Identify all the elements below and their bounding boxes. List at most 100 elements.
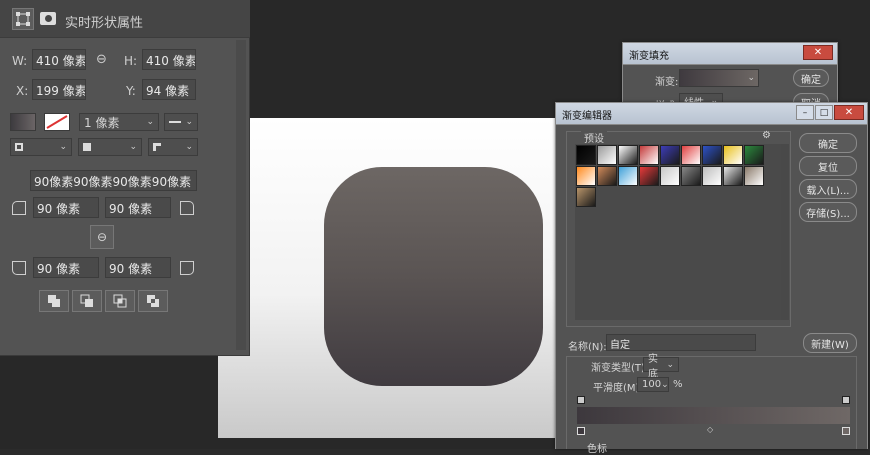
- stroke-width-select[interactable]: 1 像素 ⌄: [79, 113, 159, 131]
- intersect-shapes-button[interactable]: [105, 290, 135, 312]
- name-label: 名称(N):: [568, 342, 607, 353]
- maximize-icon[interactable]: □: [815, 105, 833, 120]
- join-icon: [153, 143, 161, 151]
- gradient-label: 渐变:: [655, 77, 679, 88]
- preset-swatch-grid: [575, 144, 781, 320]
- midpoint-diamond-icon[interactable]: ◇: [707, 425, 713, 434]
- link-corners-button[interactable]: ⊖: [90, 225, 114, 249]
- percent-sign: %: [673, 379, 683, 390]
- save-button[interactable]: 存储(S)...: [799, 202, 857, 222]
- preset-swatch[interactable]: [618, 145, 638, 165]
- x-label: X:: [16, 84, 29, 98]
- preset-swatch[interactable]: [639, 166, 659, 186]
- rounded-rectangle-shape[interactable]: [324, 167, 543, 386]
- height-label: H:: [124, 54, 138, 68]
- smoothness-label: 平滑度(M):: [593, 383, 643, 394]
- gradient-editor-body: 预设 ⚙ 确定 复位 载入(L)... 存储(S)... 名称(N): 自定 新…: [556, 125, 867, 455]
- subtract-shapes-button[interactable]: [72, 290, 102, 312]
- corner-tl-icon: [12, 201, 26, 215]
- color-stop-right[interactable]: [842, 427, 850, 435]
- gradient-type-select[interactable]: 实底 ⌄: [643, 354, 679, 380]
- opacity-stop-left[interactable]: [577, 396, 585, 404]
- panel-scrollbar[interactable]: [236, 40, 246, 350]
- presets-label: 预设: [581, 130, 607, 145]
- ok-button[interactable]: 确定: [793, 69, 829, 87]
- preset-swatch[interactable]: [744, 145, 764, 165]
- preset-swatch[interactable]: [639, 145, 659, 165]
- chevron-down-icon: ⌄: [747, 73, 755, 83]
- preset-swatch[interactable]: [702, 166, 722, 186]
- color-stops-label: 色标: [587, 444, 607, 455]
- preset-swatch[interactable]: [597, 145, 617, 165]
- combine-shapes-button[interactable]: [39, 290, 69, 312]
- opacity-stop-right[interactable]: [842, 396, 850, 404]
- properties-panel: 实时形状属性 W: 410 像素 ⊖ H: 410 像素 X: 199 像素 Y…: [0, 0, 250, 356]
- stroke-swatch[interactable]: [44, 113, 70, 131]
- panel-title: 实时形状属性: [65, 16, 144, 31]
- stroke-cap-select[interactable]: ⌄: [78, 138, 142, 156]
- close-icon[interactable]: ✕: [834, 105, 864, 120]
- gradient-picker[interactable]: ⌄: [679, 69, 759, 87]
- gradient-editor-dialog: 渐变编辑器 – □ ✕ 预设 ⚙ 确定 复位 载入(L)... 存储(S)...…: [555, 102, 868, 455]
- link-icon[interactable]: ⊖: [96, 52, 107, 67]
- preset-swatch[interactable]: [702, 145, 722, 165]
- preset-swatch[interactable]: [660, 166, 680, 186]
- corner-tr-field[interactable]: 90 像素: [105, 197, 171, 218]
- width-field[interactable]: 410 像素: [32, 49, 86, 70]
- corner-br-icon: [180, 261, 194, 275]
- line-style-icon: [169, 121, 181, 123]
- close-icon[interactable]: ✕: [803, 45, 833, 60]
- presets-scrollbar[interactable]: [781, 144, 789, 320]
- stroke-width-value: 1 像素: [84, 115, 120, 130]
- gear-icon[interactable]: ⚙: [762, 130, 771, 141]
- new-button[interactable]: 新建(W): [803, 333, 857, 353]
- gradient-type-label: 渐变类型(T):: [591, 363, 649, 374]
- shape-properties-icon[interactable]: [12, 8, 34, 30]
- preset-swatch[interactable]: [576, 145, 596, 165]
- smoothness-value: 100: [642, 379, 662, 390]
- preset-swatch[interactable]: [723, 166, 743, 186]
- preset-swatch[interactable]: [723, 145, 743, 165]
- preset-swatch[interactable]: [597, 166, 617, 186]
- x-field[interactable]: 199 像素: [32, 79, 86, 100]
- corner-bl-icon: [12, 261, 26, 275]
- load-button[interactable]: 载入(L)...: [799, 179, 857, 199]
- corner-tr-icon: [180, 201, 194, 215]
- preset-swatch[interactable]: [576, 166, 596, 186]
- y-label: Y:: [126, 84, 136, 98]
- height-field[interactable]: 410 像素: [142, 49, 196, 70]
- gradient-preview-bar[interactable]: [577, 407, 850, 424]
- y-field[interactable]: 94 像素: [142, 79, 196, 100]
- dialog-title: 渐变填充: [629, 51, 669, 62]
- stroke-type-select[interactable]: ⌄: [164, 113, 198, 131]
- color-stop-left[interactable]: [577, 427, 585, 435]
- fill-swatch[interactable]: [10, 113, 36, 131]
- corner-radius-all-field[interactable]: 90像素90像素90像素90像素: [30, 170, 197, 191]
- preset-swatch[interactable]: [660, 145, 680, 165]
- preset-swatch[interactable]: [681, 166, 701, 186]
- corner-bl-field[interactable]: 90 像素: [33, 257, 99, 278]
- link-icon: ⊖: [96, 230, 108, 244]
- gradient-settings-group: 渐变类型(T): 实底 ⌄ 平滑度(M): 100 ⌄ % ◇ 色标: [566, 354, 857, 455]
- preset-swatch[interactable]: [618, 166, 638, 186]
- preset-swatch[interactable]: [744, 166, 764, 186]
- preset-swatch[interactable]: [576, 187, 596, 207]
- smoothness-field[interactable]: 100 ⌄: [637, 377, 669, 392]
- corner-br-field[interactable]: 90 像素: [105, 257, 171, 278]
- ok-button[interactable]: 确定: [799, 133, 857, 153]
- dialog-title: 渐变编辑器: [562, 111, 612, 122]
- corner-tl-field[interactable]: 90 像素: [33, 197, 99, 218]
- preset-swatch[interactable]: [681, 145, 701, 165]
- minimize-icon[interactable]: –: [796, 105, 814, 120]
- chevron-down-icon: ⌄: [59, 142, 67, 152]
- gradient-type-value: 实底: [648, 353, 658, 380]
- stroke-align-select[interactable]: ⌄: [10, 138, 72, 156]
- exclude-shapes-button[interactable]: [138, 290, 168, 312]
- chevron-down-icon: ⌄: [146, 117, 154, 127]
- align-icon: [15, 143, 23, 151]
- stroke-join-select[interactable]: ⌄: [148, 138, 198, 156]
- mask-icon[interactable]: [40, 12, 56, 25]
- reset-button[interactable]: 复位: [799, 156, 857, 176]
- chevron-down-icon: ⌄: [185, 142, 193, 152]
- name-field[interactable]: 自定: [606, 334, 756, 351]
